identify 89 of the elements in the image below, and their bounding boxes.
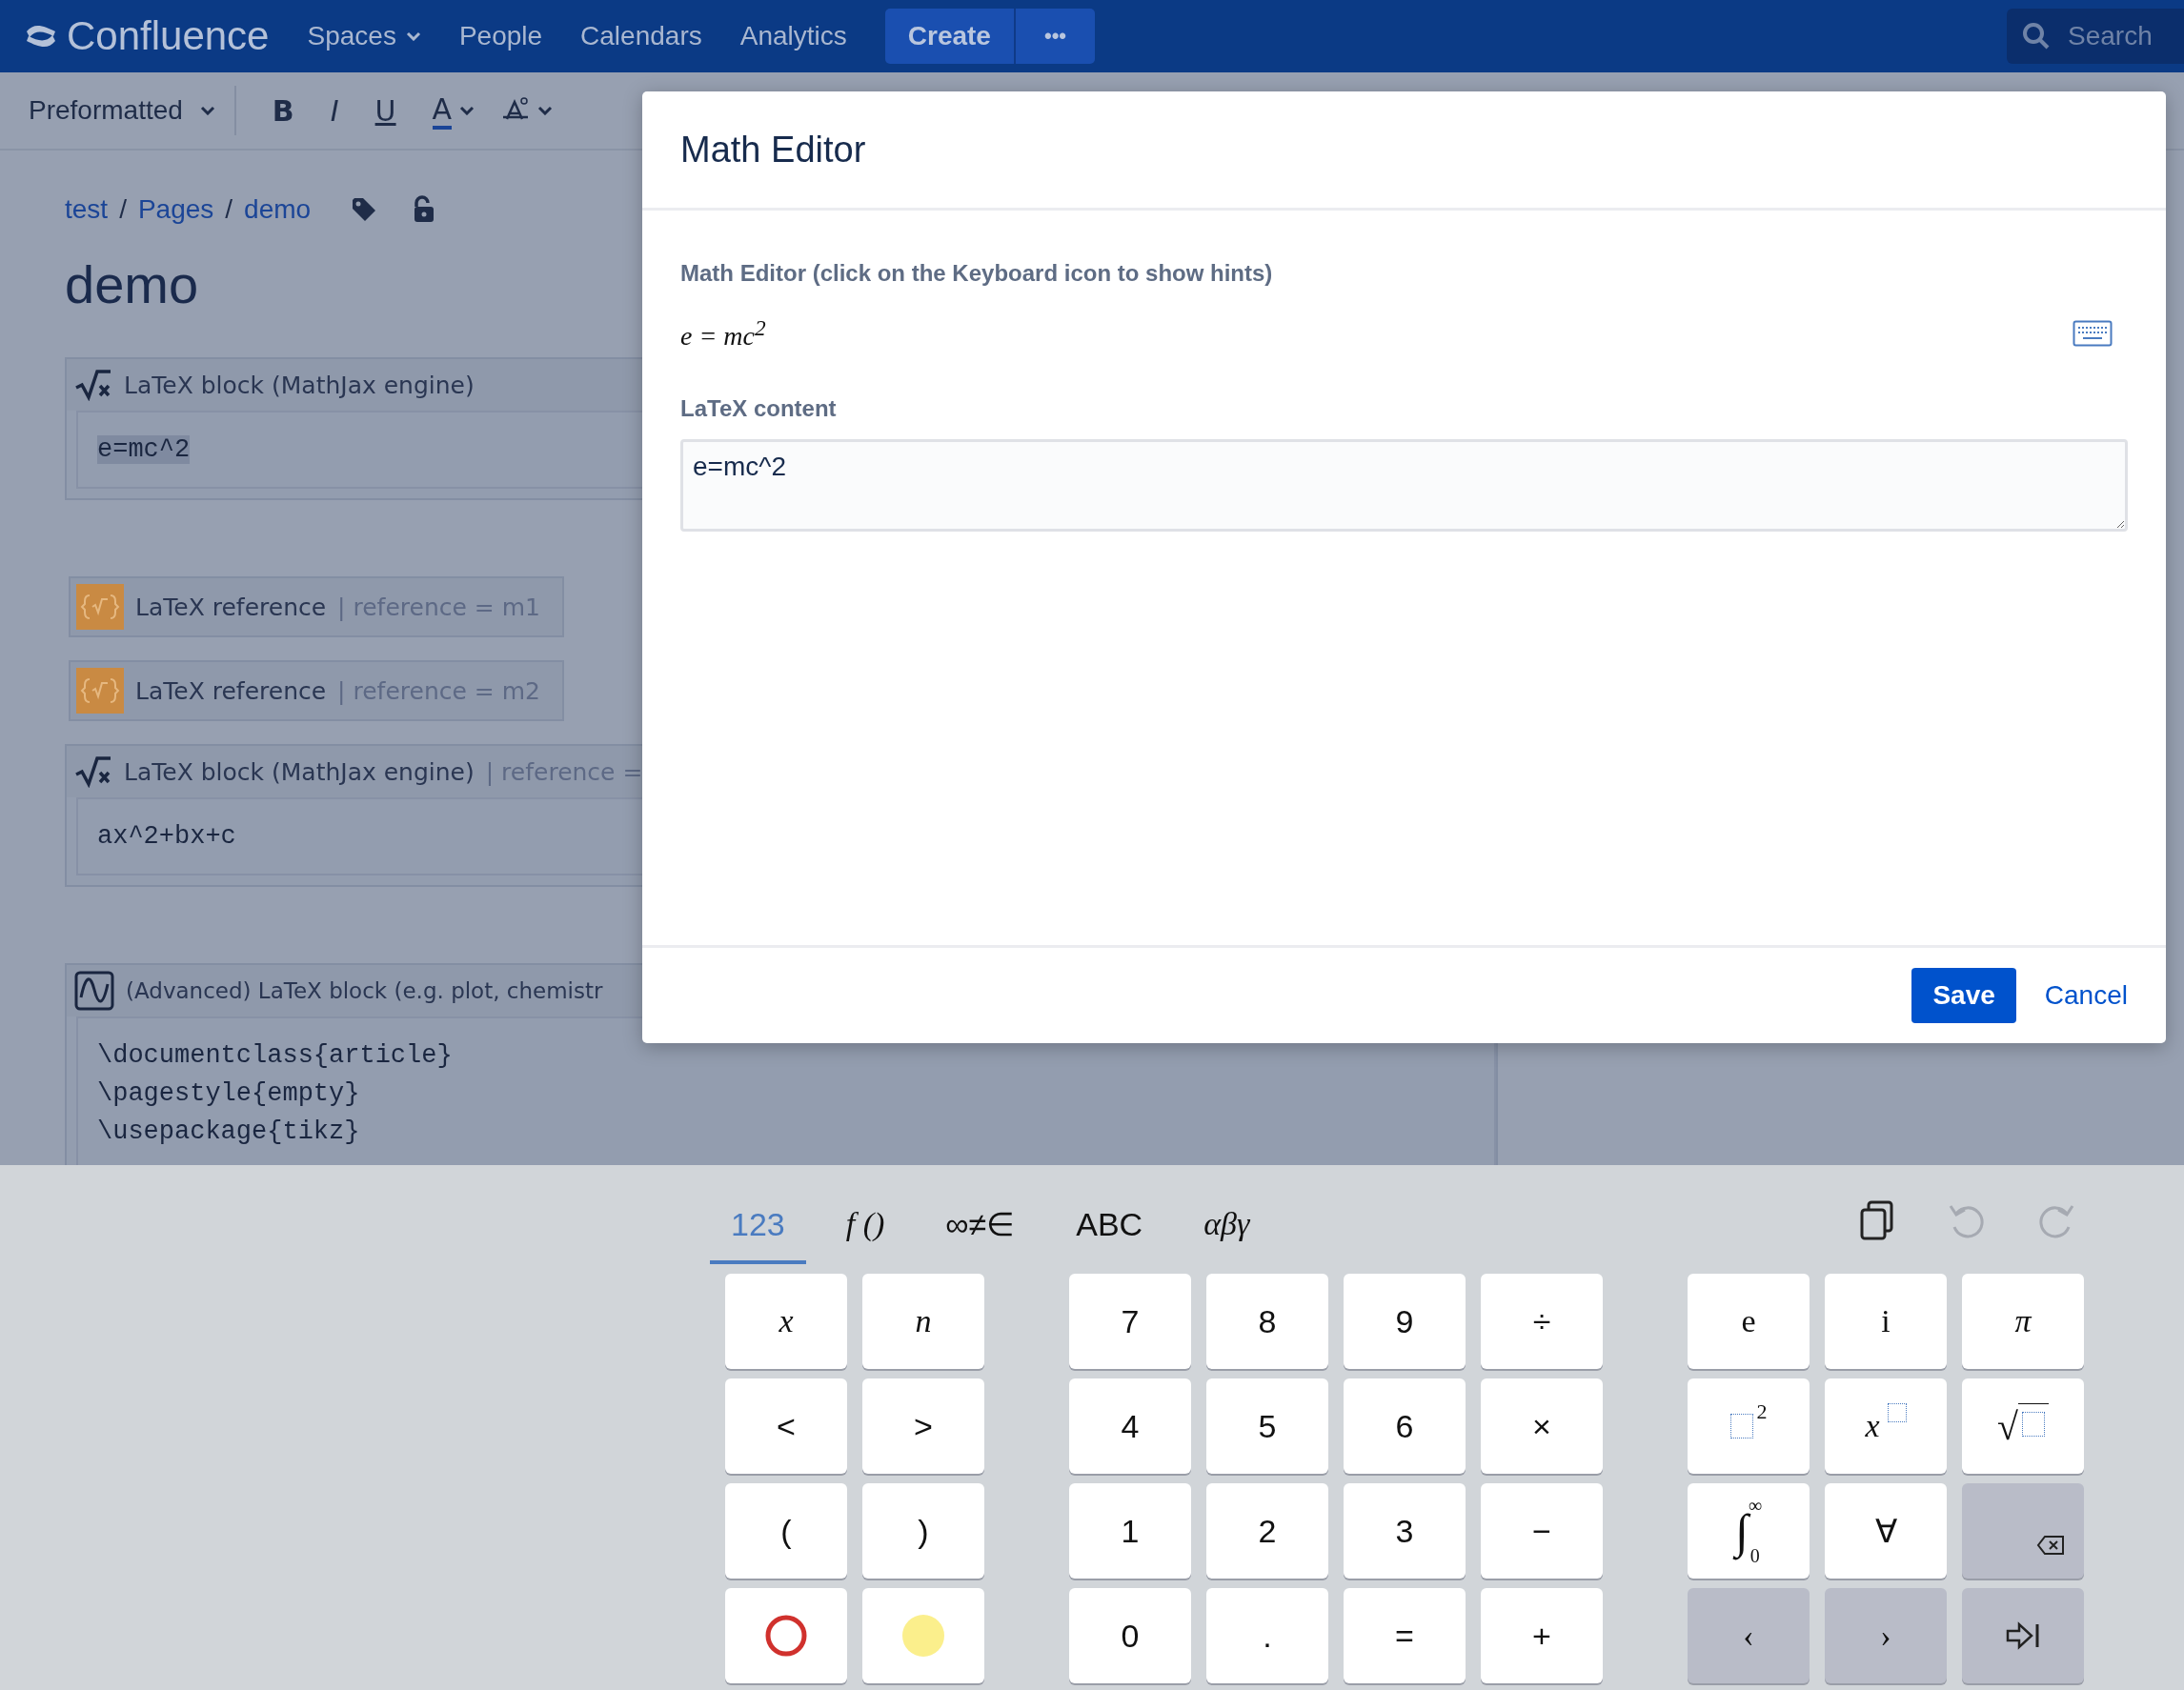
key[interactable]: n [862,1274,984,1369]
key[interactable]: 7 [1069,1274,1191,1369]
dialog-title: Math Editor [680,129,866,171]
key[interactable]: > [862,1378,984,1474]
keyboard-tab[interactable]: ∞≠∈ [924,1188,1037,1264]
code-line: \pagestyle{empty} [97,1079,360,1108]
key[interactable]: ) [862,1483,984,1579]
keyboard-tab[interactable]: ABC [1055,1188,1164,1264]
chevron-down-icon [537,106,554,115]
key[interactable]: π [1962,1274,2084,1369]
key[interactable]: x [1825,1378,1947,1474]
key[interactable]: = [1344,1588,1466,1683]
bold-button[interactable]: B [272,93,294,128]
key[interactable]: x [725,1274,847,1369]
key[interactable]: e [1688,1274,1810,1369]
page-title: demo [65,253,199,315]
backspace-icon [2036,1535,2065,1556]
math-preview: e = mc$^{2}$ [680,315,766,352]
chevron-down-icon [405,31,421,41]
macro-title: LaTeX block (MathJax engine) [124,371,475,399]
next-key[interactable] [1962,1588,2084,1683]
key[interactable]: √ [1962,1378,2084,1474]
italic-button[interactable]: I [330,93,339,128]
square-root-icon [74,369,112,401]
more-button[interactable]: ••• [1015,9,1096,64]
nav-link[interactable]: Analytics [739,21,847,51]
code-line: ax^2+bx+c [97,822,236,851]
key[interactable]: 1 [1069,1483,1191,1579]
arrow-key[interactable]: › [1825,1588,1947,1683]
reference-icon [76,668,124,714]
key[interactable]: 2 [1206,1483,1328,1579]
breadcrumb-separator: / [225,194,233,225]
copy-icon [1859,1200,1895,1240]
key[interactable]: 2 [1688,1378,1810,1474]
nav-link[interactable]: Calendars [580,21,702,51]
key[interactable]: ÷ [1481,1274,1603,1369]
key[interactable]: 4 [1069,1378,1191,1474]
key[interactable]: . [1206,1588,1328,1683]
search-icon [2022,22,2051,50]
dot-icon [901,1614,945,1658]
tab-arrow-icon [2005,1621,2041,1650]
arrow-key[interactable]: ‹ [1688,1588,1810,1683]
key[interactable]: × [1481,1378,1603,1474]
save-button[interactable]: Save [1911,968,2016,1023]
chevron-down-icon [199,106,215,115]
key[interactable]: 3 [1344,1483,1466,1579]
underline-button[interactable]: U [374,93,396,128]
key[interactable] [725,1588,847,1683]
create-button[interactable]: Create [884,9,1016,64]
nav-link[interactable]: People [458,21,543,51]
tag-icon[interactable] [351,196,378,223]
text-color-button[interactable]: A [432,91,475,130]
key[interactable]: < [725,1378,847,1474]
latex-content-field[interactable]: e=mc^2 [680,439,2128,533]
macro-title: LaTeX reference [135,676,327,705]
key[interactable]: + [1481,1588,1603,1683]
nav-label: Spaces [307,21,396,51]
wave-icon [74,971,114,1011]
logo-text: Confluence [67,13,270,59]
text-color-label: A [432,91,453,130]
macro-title: LaTeX block (MathJax engine) [124,757,475,786]
keyboard-icon[interactable] [2073,320,2113,348]
key[interactable]: i [1825,1274,1947,1369]
format-dropdown[interactable]: Preformatted [29,86,236,135]
key[interactable]: − [1481,1483,1603,1579]
square-root-icon [74,755,112,788]
chevron-down-icon [459,106,475,115]
code-line: \documentclass{article} [97,1041,453,1070]
key[interactable]: 5 [1206,1378,1328,1474]
code-line: \usepackage{tikz} [97,1117,360,1146]
macro-title: (Advanced) LaTeX block (e.g. plot, chemistr [126,978,603,1003]
key[interactable]: 0 [1069,1588,1191,1683]
key[interactable]: 6 [1344,1378,1466,1474]
nav-dropdown[interactable]: Spaces [307,21,421,51]
cancel-button[interactable]: Cancel [2040,980,2128,1011]
key[interactable]: ∀ [1825,1483,1947,1579]
reference-icon [76,584,124,630]
format-label: Preformatted [29,95,183,126]
keyboard-tab[interactable]: f () [824,1188,906,1264]
logo[interactable]: Confluence [25,13,270,59]
macro-title: LaTeX reference [135,593,327,621]
hint-label: Math Editor (click on the Keyboard icon to show hints) [680,260,1273,287]
breadcrumb-separator: / [119,194,127,225]
keyboard-tab[interactable]: αβγ [1183,1188,1271,1264]
search-placeholder: Search [2068,21,2153,51]
latex-content-label: LaTeX content [680,395,837,423]
key[interactable]: 9 [1344,1274,1466,1369]
key[interactable]: ( [725,1483,847,1579]
key[interactable]: 8 [1206,1274,1328,1369]
